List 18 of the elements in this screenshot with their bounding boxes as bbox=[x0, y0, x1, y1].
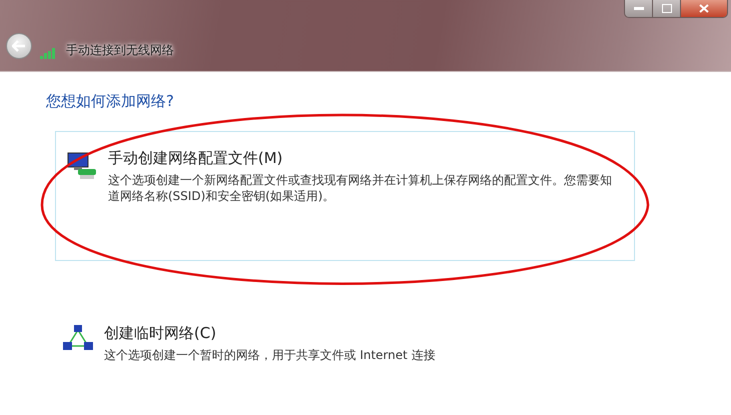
option-link[interactable]: 创建临时网络(C) 这个选项创建一个暂时的网络，用于共享文件或 Internet 连接 bbox=[51, 311, 631, 376]
page-heading: 您想如何添加网络? bbox=[46, 92, 175, 111]
back-arrow-icon bbox=[12, 40, 26, 52]
maximize-button[interactable] bbox=[653, 0, 681, 17]
minimize-button[interactable] bbox=[625, 0, 653, 17]
maximize-icon bbox=[662, 4, 672, 13]
option-description: 这个选项创建一个新网络配置文件或查找现有网络并在计算机上保存网络的配置文件。您需要知道网络名称(SSID)和安全密钥(如果适用)。 bbox=[108, 172, 613, 204]
network-triangle-icon bbox=[62, 324, 94, 352]
option-title: 手动创建网络配置文件(M) bbox=[108, 149, 284, 168]
minimize-icon bbox=[634, 6, 644, 10]
option-title: 创建临时网络(C) bbox=[104, 324, 218, 343]
wireless-signal-icon bbox=[40, 47, 58, 59]
back-button[interactable] bbox=[6, 33, 32, 59]
option-link[interactable]: 手动创建网络配置文件(M) 这个选项创建一个新网络配置文件或查找现有网络并在计算机上保存网络的配置文件。您需要知道网络名称(SSID)和安全密钥(如果适用)。 bbox=[55, 131, 635, 261]
option-description: 这个选项创建一个暂时的网络，用于共享文件或 Internet 连接 bbox=[104, 347, 436, 363]
window-title: 手动连接到无线网络 bbox=[66, 42, 174, 59]
close-button[interactable] bbox=[681, 0, 727, 17]
close-icon bbox=[699, 4, 709, 13]
